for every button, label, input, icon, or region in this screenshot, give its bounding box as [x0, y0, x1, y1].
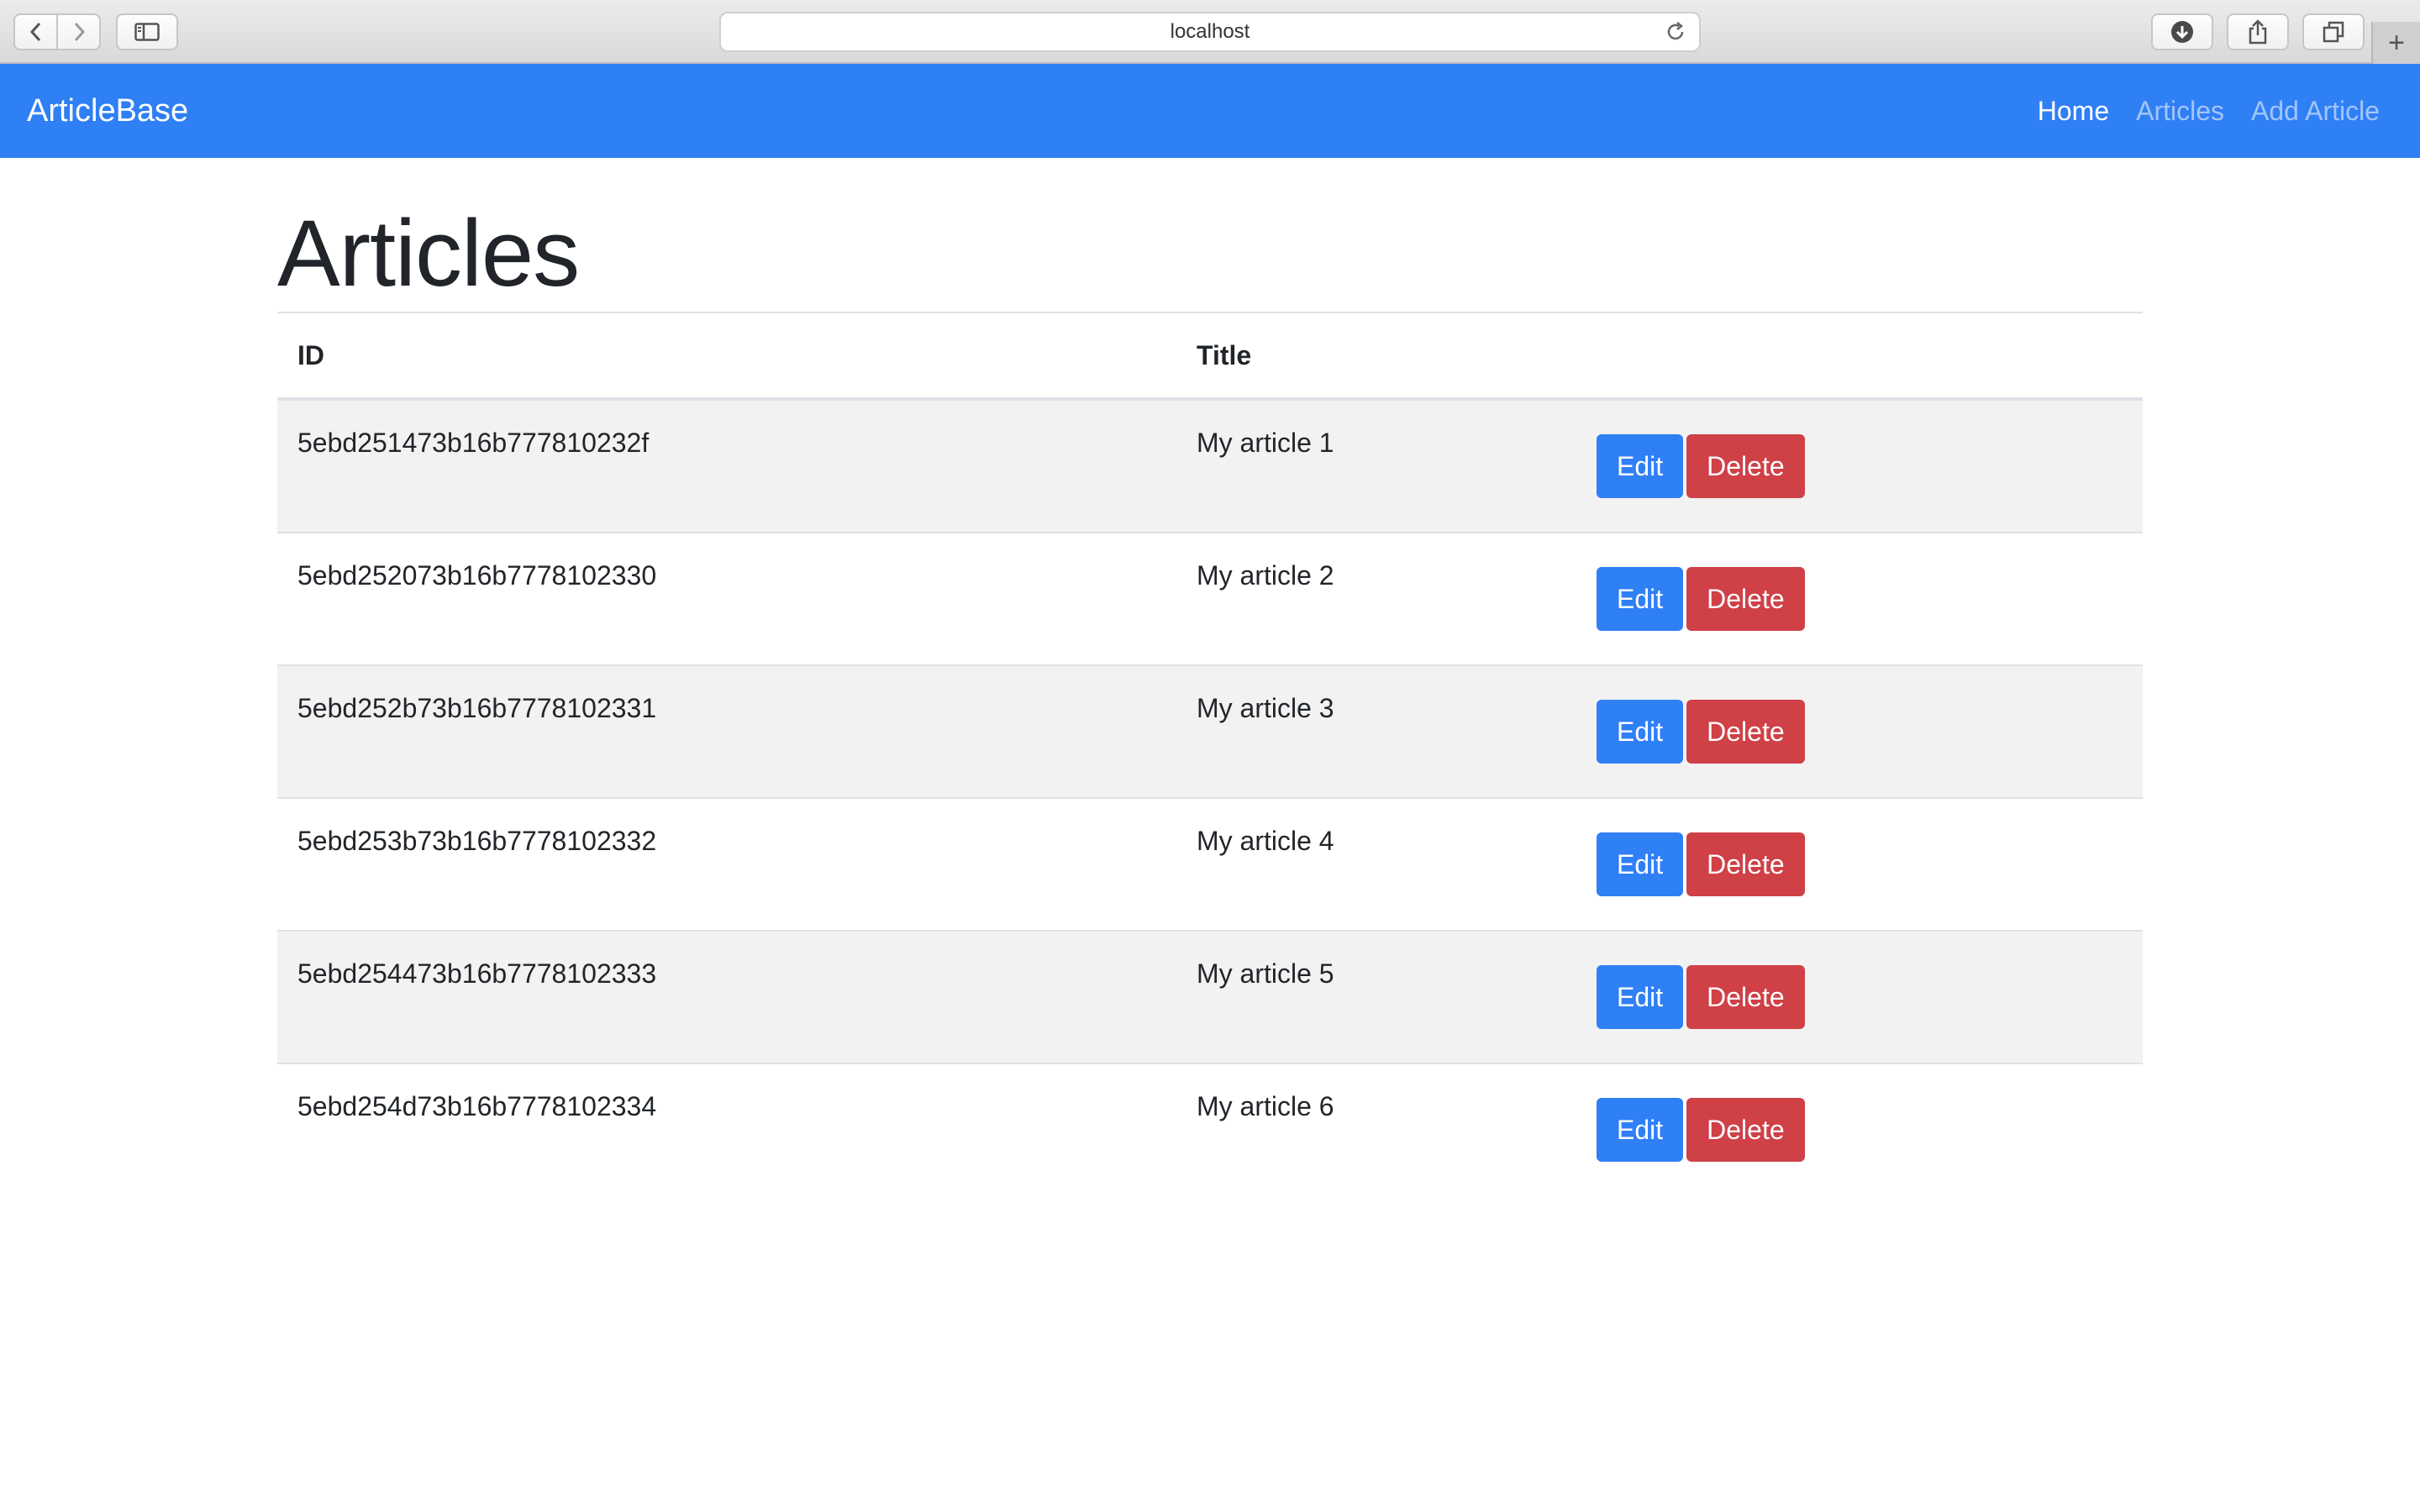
- table-body: 5ebd251473b16b777810232f My article 1 Edit…: [277, 398, 2143, 1196]
- delete-button[interactable]: Delete: [1686, 567, 1805, 632]
- back-button[interactable]: [15, 15, 56, 49]
- tabs-icon: [2323, 21, 2344, 43]
- table-row: 5ebd254d73b16b7778102334 My article 6 Edit…: [277, 1063, 2143, 1196]
- article-actions-cell: Edit Delete: [1576, 532, 2143, 666]
- table-row: 5ebd252b73b16b7778102331 My article 3 Edit…: [277, 664, 2143, 799]
- nav-link-home[interactable]: Home: [2038, 96, 2109, 127]
- delete-button[interactable]: Delete: [1686, 832, 1805, 897]
- edit-button[interactable]: Edit: [1597, 567, 1684, 632]
- history-nav-group: [13, 13, 101, 50]
- url-text: localhost: [1170, 20, 1250, 43]
- table-header-row: ID Title: [277, 312, 2143, 402]
- delete-button[interactable]: Delete: [1686, 700, 1805, 764]
- article-id-cell: 5ebd252073b16b7778102330: [277, 532, 1176, 666]
- navbar: ArticleBase Home Articles Add Article: [0, 64, 2420, 158]
- edit-button[interactable]: Edit: [1597, 700, 1684, 764]
- table-row: 5ebd253b73b16b7778102332 My article 4 Edit…: [277, 797, 2143, 932]
- column-header-id: ID: [277, 312, 1176, 402]
- article-title-cell: My article 5: [1176, 930, 1576, 1064]
- delete-button[interactable]: Delete: [1686, 434, 1805, 499]
- article-title-cell: My article 2: [1176, 532, 1576, 666]
- address-bar[interactable]: localhost: [719, 12, 1701, 52]
- article-actions-cell: Edit Delete: [1576, 398, 2143, 533]
- reload-icon: [1667, 22, 1684, 40]
- plus-icon: +: [2388, 26, 2405, 59]
- column-header-actions: [1576, 312, 2143, 402]
- browser-toolbar: localhost +: [0, 0, 2420, 64]
- article-actions-cell: Edit Delete: [1576, 664, 2143, 799]
- sidebar-button[interactable]: [116, 13, 178, 50]
- chevron-left-icon: [29, 22, 40, 42]
- table-row: 5ebd251473b16b777810232f My article 1 Edit…: [277, 398, 2143, 533]
- table-row: 5ebd252073b16b7778102330 My article 2 Edit…: [277, 532, 2143, 666]
- download-icon: [2171, 21, 2193, 43]
- article-title-cell: My article 6: [1176, 1063, 1576, 1196]
- page-title: Articles: [277, 201, 580, 306]
- delete-button[interactable]: Delete: [1686, 1098, 1805, 1163]
- brand-link[interactable]: ArticleBase: [27, 64, 188, 158]
- nav-links: Home Articles Add Article: [2038, 64, 2380, 158]
- article-actions-cell: Edit Delete: [1576, 930, 2143, 1064]
- article-title-cell: My article 3: [1176, 664, 1576, 799]
- article-id-cell: 5ebd254473b16b7778102333: [277, 930, 1176, 1064]
- downloads-button[interactable]: [2151, 13, 2213, 50]
- forward-button[interactable]: [56, 15, 99, 49]
- article-actions-cell: Edit Delete: [1576, 797, 2143, 932]
- edit-button[interactable]: Edit: [1597, 965, 1684, 1030]
- edit-button[interactable]: Edit: [1597, 832, 1684, 897]
- reload-button[interactable]: [1664, 20, 1687, 50]
- nav-link-add-article[interactable]: Add Article: [2251, 96, 2380, 127]
- edit-button[interactable]: Edit: [1597, 1098, 1684, 1163]
- article-id-cell: 5ebd254d73b16b7778102334: [277, 1063, 1176, 1196]
- article-actions-cell: Edit Delete: [1576, 1063, 2143, 1196]
- new-tab-button[interactable]: +: [2371, 22, 2420, 64]
- table-row: 5ebd254473b16b7778102333 My article 5 Edit…: [277, 930, 2143, 1064]
- main-content: Articles ID Title 5ebd251473b16b77781023…: [277, 158, 2143, 1196]
- article-id-cell: 5ebd253b73b16b7778102332: [277, 797, 1176, 932]
- nav-link-articles[interactable]: Articles: [2136, 96, 2224, 127]
- article-id-cell: 5ebd251473b16b777810232f: [277, 398, 1176, 533]
- chevron-right-icon: [74, 22, 85, 42]
- article-title-cell: My article 4: [1176, 797, 1576, 932]
- article-title-cell: My article 1: [1176, 398, 1576, 533]
- delete-button[interactable]: Delete: [1686, 965, 1805, 1030]
- tabs-button[interactable]: [2302, 13, 2365, 50]
- articles-table: ID Title 5ebd251473b16b777810232f My arti…: [277, 312, 2143, 1196]
- share-button[interactable]: [2227, 13, 2289, 50]
- article-id-cell: 5ebd252b73b16b7778102331: [277, 664, 1176, 799]
- sidebar-icon: [134, 23, 160, 41]
- edit-button[interactable]: Edit: [1597, 434, 1684, 499]
- column-header-title: Title: [1176, 312, 1576, 402]
- share-icon: [2249, 19, 2267, 45]
